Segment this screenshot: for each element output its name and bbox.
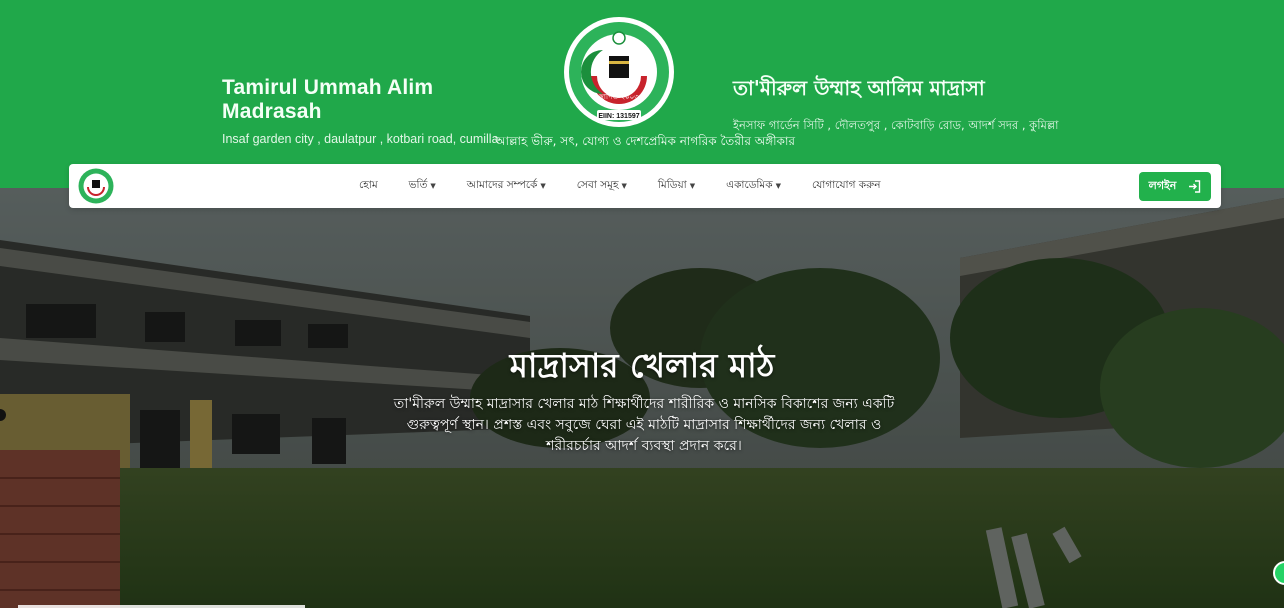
nav-label: সেবা সমূহ — [576, 178, 619, 191]
caret-down-icon: ▼ — [621, 182, 627, 190]
hero-title: মাদ্রাসার খেলার মাঠ — [509, 346, 775, 385]
madrasah-seal-logo[interactable]: স্থাপিত-২০০৩ EIIN: 131597 — [563, 16, 675, 128]
nav-item-contact[interactable]: যোগাযোগ করুন — [812, 178, 880, 195]
nav-label: যোগাযোগ করুন — [812, 178, 881, 191]
login-arrow-icon — [1189, 180, 1201, 193]
nav-label: মিডিয়া — [657, 178, 687, 191]
hero-description: তা'মীরুল উম্মাহ মাদ্রাসার খেলার মাঠ শিক্… — [393, 396, 895, 454]
seal-eiin: EIIN: 131597 — [598, 113, 639, 120]
caret-down-icon: ▼ — [775, 182, 781, 190]
caret-down-icon: ▼ — [689, 182, 696, 190]
caret-down-icon: ▼ — [430, 182, 436, 190]
nav-item-services[interactable]: সেবা সমূহ ▼ — [577, 178, 627, 195]
nav-label: একাডেমিক — [726, 178, 773, 191]
site-name-bangla[interactable]: তা'মীরুল উম্মাহ আলিম মাদ্রাসা — [733, 74, 1093, 107]
slogan: আল্লাহ ভীরু, সৎ, যোগ্য ও দেশপ্রেমিক নাগর… — [494, 134, 796, 148]
hero-slider: মাদ্রাসার খেলার মাঠ তা'মীরুল উম্মাহ মাদ্… — [0, 188, 1284, 608]
navbar-logo[interactable] — [78, 168, 114, 204]
nav-label: ভর্তি — [408, 178, 428, 191]
site-header: Tamirul Ummah Alim Madrasah Insaf garden… — [0, 0, 1284, 188]
nav-item-admission[interactable]: ভর্তি ▼ — [409, 178, 436, 195]
main-navbar: হোম ভর্তি ▼ আমাদের সম্পর্কে ▼ সেবা সমূহ ▼ ম… — [69, 164, 1221, 208]
login-button[interactable]: লগইন — [1139, 172, 1211, 201]
site-name-english[interactable]: Tamirul Ummah Alim Madrasah — [222, 76, 522, 124]
login-label: লগইন — [1148, 179, 1177, 192]
nav-label: আমাদের সম্পর্কে — [466, 178, 538, 191]
nav-item-media[interactable]: মিডিয়া ▼ — [658, 178, 695, 195]
caret-down-icon: ▼ — [540, 182, 546, 190]
nav-label: হোম — [359, 178, 378, 191]
nav-item-academic[interactable]: একাডেমিক ▼ — [726, 178, 781, 195]
nav-item-home[interactable]: হোম — [359, 178, 378, 195]
brand-bangla: তা'মীরুল উম্মাহ আলিম মাদ্রাসা ইনসাফ গার্… — [733, 74, 1093, 136]
seal-established: স্থাপিত-২০০৩ — [598, 93, 639, 101]
nav-item-about[interactable]: আমাদের সম্পর্কে ▼ — [467, 178, 546, 195]
nav-menu: হোম ভর্তি ▼ আমাদের সম্পর্কে ▼ সেবা সমূহ ▼ ম… — [359, 164, 911, 208]
